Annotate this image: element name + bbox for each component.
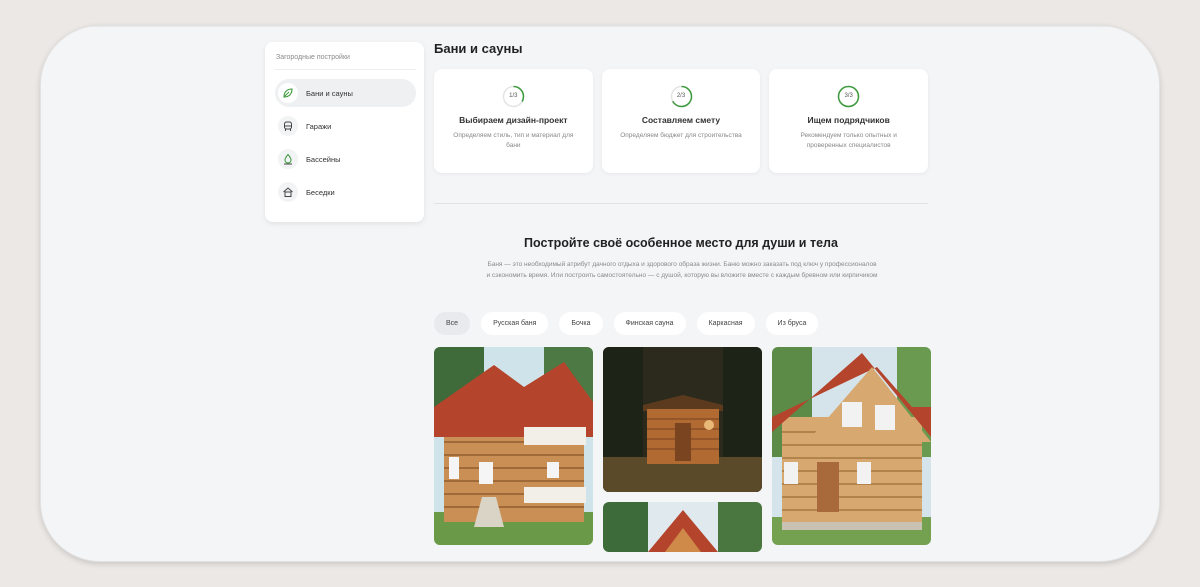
step-title: Составляем смету [641, 115, 721, 125]
filter-chip-russian[interactable]: Русская баня [481, 312, 549, 335]
section-divider [434, 203, 928, 204]
drop-icon [278, 149, 298, 169]
browser-screen: Загородные постройки Бани и сауны Гаражи… [40, 25, 1160, 562]
progress-ring: 1/3 [502, 85, 525, 108]
step-counter: 1/3 [509, 93, 518, 99]
filter-chip-barrel[interactable]: Бочка [559, 312, 603, 335]
sidebar-item-baths[interactable]: Бани и сауны [275, 79, 416, 107]
house-icon [278, 182, 298, 202]
filter-chip-all[interactable]: Все [434, 312, 471, 335]
filter-chip-finnish[interactable]: Финская сауна [613, 312, 686, 335]
step-counter: 3/3 [844, 93, 853, 99]
leaf-icon [278, 83, 298, 103]
sidebar-item-gazebos[interactable]: Беседки [275, 178, 416, 206]
steps-row: 1/3 Выбираем дизайн-проект Определяем ст… [434, 69, 929, 173]
gallery-photo[interactable] [603, 502, 762, 552]
sidebar-item-label: Бассейны [306, 154, 341, 164]
step-card: 1/3 Выбираем дизайн-проект Определяем ст… [434, 69, 593, 173]
section-heading: Постройте своё особенное место для души … [524, 236, 838, 250]
step-counter: 2/3 [676, 93, 686, 99]
top-divider [41, 26, 1159, 27]
sidebar-item-label: Бани и сауны [306, 88, 353, 98]
sidebar-item-label: Гаражи [306, 121, 332, 131]
gallery-photo[interactable] [772, 347, 931, 545]
step-description: Определяем бюджет для строительства [620, 132, 742, 139]
filter-chip-frame[interactable]: Каркасная [696, 312, 755, 335]
device-frame: Загородные постройки Бани и сауны Гаражи… [0, 0, 1200, 587]
step-title: Ищем подрядчиков [807, 115, 890, 125]
page-title: Бани и сауны [434, 41, 523, 56]
progress-ring: 2/3 [670, 85, 693, 108]
category-sidebar: Загородные постройки Бани и сауны Гаражи… [265, 42, 424, 222]
sidebar-item-pools[interactable]: Бассейны [275, 145, 416, 173]
filter-chip-timber[interactable]: Из бруса [765, 312, 819, 335]
sidebar-item-label: Беседки [306, 187, 335, 197]
gallery-photo[interactable] [603, 347, 762, 492]
sidebar-title: Загородные постройки [275, 54, 416, 70]
sidebar-item-garages[interactable]: Гаражи [275, 112, 416, 140]
step-card: 2/3 Составляем смету Определяем бюджет д… [601, 69, 761, 173]
step-description: Рекомендуем только опытных и проверенных… [800, 132, 897, 149]
section-description: Баня — это необходимый атрибут дачного о… [486, 261, 878, 279]
gallery-photo[interactable] [434, 347, 593, 545]
filter-chips: Все Русская баня Бочка Финская сауна Кар… [434, 312, 819, 335]
step-description: Определяем стиль, тип и материал для бан… [453, 132, 574, 149]
step-title: Выбираем дизайн-проект [459, 115, 568, 125]
progress-ring: 3/3 [837, 85, 860, 108]
car-icon [278, 116, 298, 136]
step-card: 3/3 Ищем подрядчиков Рекомендуем только … [769, 69, 929, 173]
